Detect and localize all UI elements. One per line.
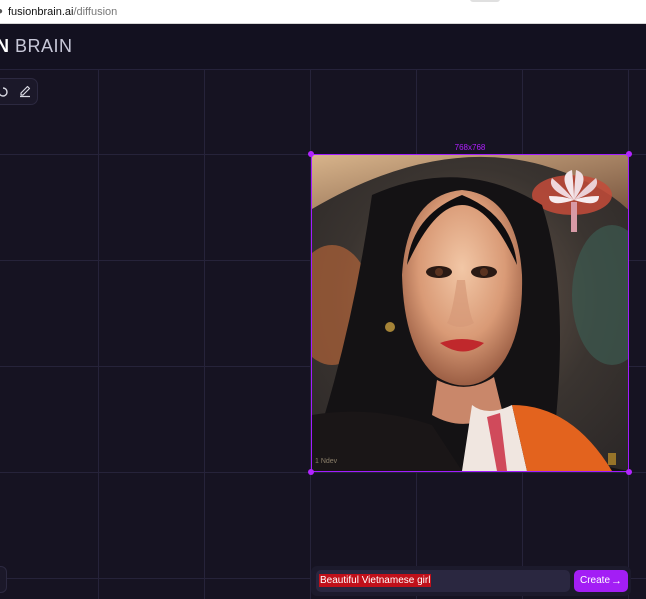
canvas-toolbox [0, 78, 38, 105]
selection-size-label: 768x768 [454, 143, 486, 152]
edit-icon[interactable] [17, 83, 33, 99]
browser-address-bar[interactable]: ● fusionbrain.ai/diffusion [0, 0, 646, 24]
resize-handle-bottom-left[interactable] [308, 469, 314, 475]
tab-edge [470, 0, 500, 2]
prompt-bar: Beautiful Vietnamese girl Create → [311, 566, 631, 596]
resize-handle-top-left[interactable] [308, 151, 314, 157]
create-button-label: Create [580, 575, 611, 586]
site-info-icon[interactable]: ● [0, 0, 3, 24]
url-text: fusionbrain.ai/diffusion [8, 6, 118, 18]
tool-icon-partial[interactable] [0, 83, 13, 99]
side-control[interactable] [0, 566, 7, 593]
arrow-right-icon: → [611, 575, 622, 587]
image-selection-frame[interactable] [311, 154, 629, 472]
resize-handle-bottom-right[interactable] [626, 469, 632, 475]
app-logo[interactable]: N BRAIN [0, 36, 73, 57]
app-header: N BRAIN [0, 24, 646, 70]
prompt-text[interactable]: Beautiful Vietnamese girl [319, 574, 432, 587]
prompt-input[interactable]: Beautiful Vietnamese girl [316, 570, 570, 592]
create-button[interactable]: Create → [574, 570, 628, 592]
resize-handle-top-right[interactable] [626, 151, 632, 157]
